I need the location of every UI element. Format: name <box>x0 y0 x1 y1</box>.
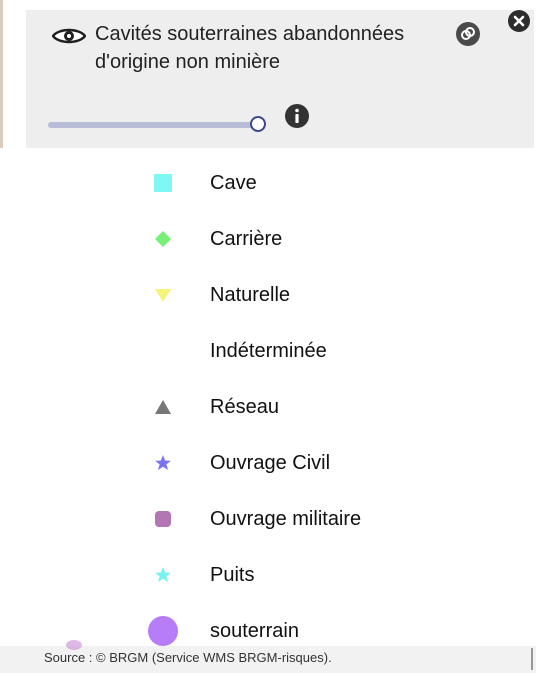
legend-symbol-triangle-down <box>155 289 171 302</box>
legend-item: Carrière <box>0 219 536 259</box>
legend-symbol-triangle-up <box>155 400 171 414</box>
legend-label: souterrain <box>210 620 299 642</box>
legend-symbol-circle <box>148 616 178 646</box>
legend-label: Ouvrage militaire <box>210 508 362 530</box>
legend-symbol-square <box>154 174 172 192</box>
legend-label: Indéterminée <box>210 340 327 362</box>
legend-symbol-diamond <box>155 231 171 247</box>
legend-label: Réseau <box>210 396 279 418</box>
opacity-slider-handle[interactable] <box>250 116 266 132</box>
legend-label: Naturelle <box>210 284 291 306</box>
panel-right-border <box>531 648 533 670</box>
link-icon[interactable] <box>456 22 480 46</box>
legend-item: Ouvrage Civil <box>0 443 536 483</box>
legend-item: Indéterminée <box>0 331 536 371</box>
legend-symbol-star <box>155 455 171 470</box>
legend-item: Ouvrage militaire <box>0 499 536 539</box>
legend-item: Puits <box>0 555 536 595</box>
panel-left-border <box>0 0 3 148</box>
source-footer: Source : © BRGM (Service WMS BRGM-risque… <box>0 640 536 673</box>
legend-label: Carrière <box>210 228 283 250</box>
legend-symbol-star <box>155 567 171 582</box>
layer-title: Cavités souterraines abandonnées d'origi… <box>95 23 410 73</box>
eye-icon[interactable] <box>52 27 86 45</box>
info-icon[interactable] <box>285 104 309 128</box>
legend-item: Naturelle <box>0 275 536 315</box>
legend-item: Réseau <box>0 387 536 427</box>
legend-symbol-rounded-square <box>155 511 171 527</box>
legend-item: Cave <box>0 163 536 203</box>
legend-label: Cave <box>210 172 257 194</box>
close-icon[interactable] <box>508 10 530 32</box>
source-text: Source : © BRGM (Service WMS BRGM-risque… <box>44 650 332 665</box>
legend-label: Ouvrage Civil <box>210 452 331 474</box>
opacity-slider-track[interactable] <box>48 122 258 128</box>
legend-label: Puits <box>210 564 255 586</box>
